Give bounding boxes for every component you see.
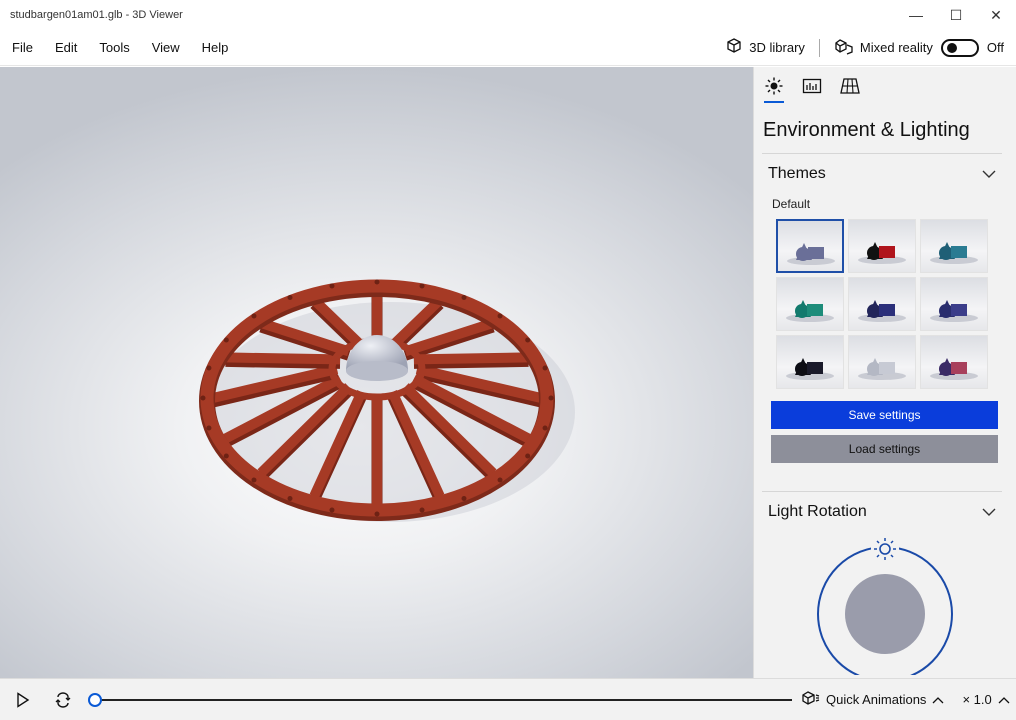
rim-bolt xyxy=(374,279,380,285)
rim-bolt xyxy=(329,507,335,513)
rim-bolt xyxy=(525,337,531,343)
rim-bolt xyxy=(525,453,531,459)
menu-tools[interactable]: Tools xyxy=(89,40,139,55)
theme-magenta-thumbnail[interactable] xyxy=(920,335,988,389)
play-button[interactable] xyxy=(12,689,34,711)
chevron-down-icon[interactable] xyxy=(982,505,996,520)
chevron-up-icon xyxy=(932,692,944,707)
playback-bar: Quick Animations × 1.0 xyxy=(0,678,1016,720)
rim-bolt xyxy=(251,477,257,483)
theme-black-thumbnail[interactable] xyxy=(776,335,844,389)
play-icon xyxy=(17,691,30,708)
quick-animations-label: Quick Animations xyxy=(826,692,927,707)
section-divider xyxy=(762,491,1002,492)
side-panel: Environment & Lighting Themes Default Sa… xyxy=(753,67,1016,678)
menu-file[interactable]: File xyxy=(2,40,43,55)
save-settings-button[interactable]: Save settings xyxy=(771,401,998,429)
section-divider xyxy=(762,153,1002,154)
rim-bolt xyxy=(374,511,380,517)
3d-viewport[interactable] xyxy=(0,67,753,678)
speed-control[interactable]: × 1.0 xyxy=(962,692,1010,707)
rim-bolt xyxy=(200,395,206,401)
tab-stats[interactable] xyxy=(802,77,822,103)
wheel-hub-base xyxy=(346,361,408,381)
quick-animations-icon xyxy=(802,690,820,709)
window-title: studbargen01am01.glb - 3D Viewer xyxy=(10,9,183,21)
timeline-thumb[interactable] xyxy=(88,692,102,707)
selected-theme-label: Default xyxy=(772,197,811,211)
loop-icon xyxy=(55,691,71,708)
toggle-state-label: Off xyxy=(986,40,1004,55)
theme-silver-thumbnail[interactable] xyxy=(848,335,916,389)
theme-teal-thumbnail[interactable] xyxy=(920,219,988,273)
theme-default-thumbnail[interactable] xyxy=(776,219,844,273)
chevron-up-icon xyxy=(998,692,1010,707)
theme-green-thumbnail[interactable] xyxy=(776,277,844,331)
tab-grid[interactable] xyxy=(840,77,860,103)
quick-animations-button[interactable]: Quick Animations xyxy=(802,690,944,709)
maximize-button[interactable]: ☐ xyxy=(936,0,976,30)
close-button[interactable]: ✕ xyxy=(976,0,1016,30)
timeline-track xyxy=(96,698,792,701)
rim-bolt xyxy=(287,495,293,501)
light-rotation-dial[interactable] xyxy=(816,537,954,678)
themes-title[interactable]: Themes xyxy=(768,165,826,183)
rim-bolt xyxy=(419,283,425,289)
rim-bolt xyxy=(251,313,257,319)
stats-icon xyxy=(802,78,822,94)
chevron-down-icon[interactable] xyxy=(982,167,996,182)
mixed-reality-icon xyxy=(834,37,854,58)
menu-bar: File Edit Tools View Help 3D library Mix… xyxy=(0,30,1016,66)
mixed-reality-button[interactable]: Mixed reality xyxy=(834,37,933,58)
sun-icon xyxy=(765,77,783,95)
wheel-spoke xyxy=(225,352,341,365)
rim-bolt xyxy=(461,495,467,501)
minimize-button[interactable]: — xyxy=(896,0,936,30)
grid-icon xyxy=(840,78,860,94)
wheel-model xyxy=(199,279,575,522)
menu-divider xyxy=(818,38,820,57)
rim-bolt xyxy=(497,477,503,483)
rim-bolt xyxy=(548,395,554,401)
rim-bolt xyxy=(461,295,467,301)
app-window: studbargen01am01.glb - 3D Viewer — ☐ ✕ F… xyxy=(0,0,1016,720)
mixed-reality-toggle[interactable] xyxy=(940,38,979,57)
light-sphere xyxy=(845,574,925,654)
rim-bolt xyxy=(542,425,548,431)
theme-indigo-thumbnail[interactable] xyxy=(920,277,988,331)
panel-tabs xyxy=(754,67,1016,107)
animation-timeline[interactable] xyxy=(88,690,798,710)
rim-bolt xyxy=(223,453,229,459)
toggle-knob xyxy=(946,42,957,53)
rim-bolt xyxy=(206,365,212,371)
cube-icon xyxy=(725,37,743,58)
rim-bolt xyxy=(206,425,212,431)
wheel-spoke xyxy=(413,352,529,365)
tab-environment[interactable] xyxy=(764,77,784,103)
theme-navy-thumbnail[interactable] xyxy=(848,277,916,331)
rim-bolt xyxy=(223,337,229,343)
light-rotation-title[interactable]: Light Rotation xyxy=(768,503,867,521)
rim-bolt xyxy=(287,295,293,301)
title-bar: studbargen01am01.glb - 3D Viewer — ☐ ✕ xyxy=(0,0,1016,30)
load-settings-button[interactable]: Load settings xyxy=(771,435,998,463)
rim-bolt xyxy=(542,365,548,371)
menu-help[interactable]: Help xyxy=(192,40,239,55)
menu-edit[interactable]: Edit xyxy=(45,40,87,55)
mixed-reality-label: Mixed reality xyxy=(859,40,933,55)
3d-library-button[interactable]: 3D library xyxy=(725,37,805,58)
rim-bolt xyxy=(497,313,503,319)
rim-bolt xyxy=(419,507,425,513)
3d-library-label: 3D library xyxy=(749,40,805,55)
theme-black-red-thumbnail[interactable] xyxy=(848,219,916,273)
panel-heading: Environment & Lighting xyxy=(763,119,970,141)
menu-view[interactable]: View xyxy=(142,40,190,55)
speed-label: × 1.0 xyxy=(962,692,992,707)
loop-button[interactable] xyxy=(52,689,74,711)
rim-bolt xyxy=(329,283,335,289)
theme-grid xyxy=(776,219,992,389)
